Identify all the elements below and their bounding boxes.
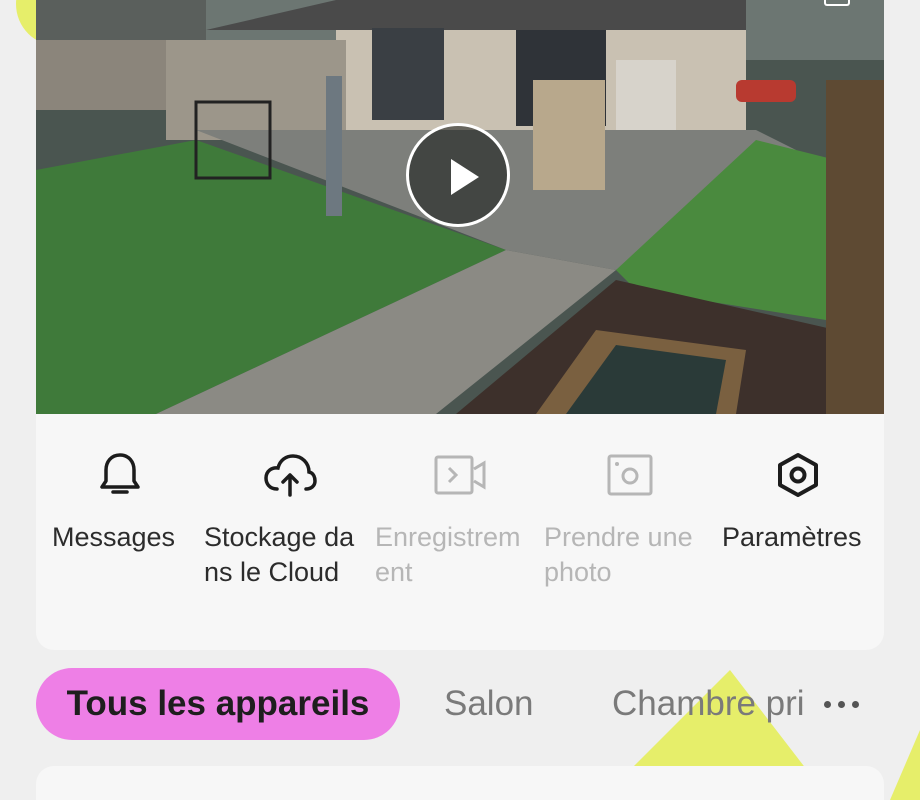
messages-label: Messages	[52, 522, 176, 552]
camera-card: Messages Stockage dans le Cloud Enregist…	[36, 0, 884, 650]
camera-actions-row: Messages Stockage dans le Cloud Enregist…	[36, 414, 884, 650]
settings-hexagon-icon	[778, 453, 818, 497]
cloud-storage-label: Stockage dans le Cloud	[204, 522, 355, 587]
expand-icon[interactable]	[824, 0, 850, 6]
snapshot-button[interactable]: Prendre une photo	[530, 450, 702, 590]
camera-video-preview[interactable]	[36, 0, 884, 414]
cloud-storage-button[interactable]: Stockage dans le Cloud	[190, 450, 362, 590]
camera-snapshot-icon	[607, 454, 653, 496]
record-button[interactable]: Enregistrement	[360, 450, 532, 590]
cloud-upload-icon	[264, 454, 317, 497]
tab-chambre[interactable]: Chambre pri	[612, 668, 820, 740]
video-record-icon	[434, 455, 486, 495]
room-tabs: Tous les appareils Salon Chambre pri	[36, 668, 884, 740]
settings-button[interactable]: Paramètres	[712, 450, 884, 555]
snapshot-label: Prendre une photo	[544, 522, 693, 587]
play-button[interactable]	[406, 123, 510, 227]
tab-all-devices[interactable]: Tous les appareils	[36, 668, 400, 740]
bell-icon	[100, 453, 140, 494]
more-dots-icon[interactable]	[824, 694, 870, 714]
device-list-card	[36, 766, 884, 800]
app-screen: Messages Stockage dans le Cloud Enregist…	[0, 0, 920, 800]
record-label: Enregistrement	[375, 522, 521, 587]
settings-label: Paramètres	[722, 522, 862, 552]
messages-button[interactable]: Messages	[36, 450, 208, 555]
play-icon	[451, 159, 479, 195]
tab-salon[interactable]: Salon	[444, 668, 534, 740]
